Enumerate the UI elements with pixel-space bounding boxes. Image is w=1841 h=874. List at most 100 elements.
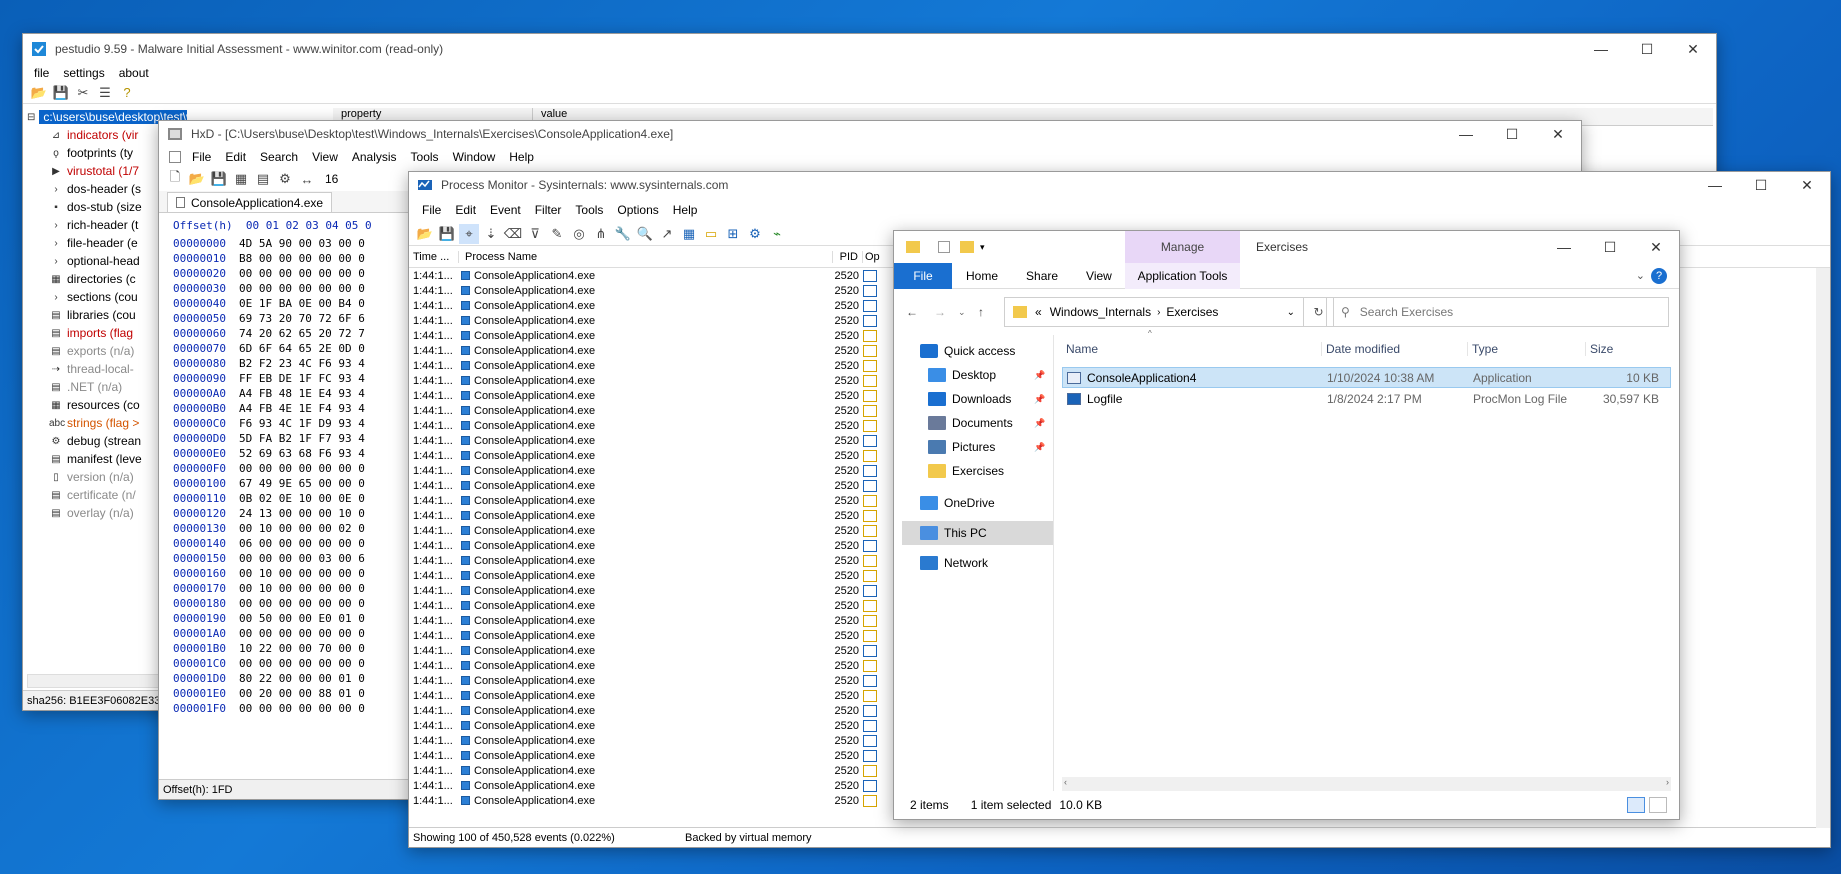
pin-icon[interactable]: 📌 — [1034, 370, 1045, 381]
hex-bytes[interactable]: 00 10 00 00 00 00 0 — [229, 567, 365, 582]
hex-bytes[interactable]: 00 00 00 00 00 00 0 — [229, 267, 365, 282]
file-row[interactable]: ConsoleApplication4 1/10/2024 10:38 AM App… — [1062, 367, 1671, 388]
hex-bytes[interactable]: B8 00 00 00 00 00 0 — [229, 252, 365, 267]
nav-item-onedrive[interactable]: OneDrive — [894, 491, 1053, 515]
menu-file[interactable]: File — [415, 203, 448, 217]
menu-about[interactable]: about — [112, 66, 156, 80]
nav-item-downloads[interactable]: Downloads 📌 — [894, 387, 1053, 411]
hex-bytes[interactable]: 00 00 00 00 00 00 0 — [229, 627, 365, 642]
open-icon[interactable]: 📂 — [187, 169, 207, 189]
tab-share[interactable]: Share — [1012, 269, 1072, 283]
hex-bytes[interactable]: F6 93 4C 1F D9 93 4 — [229, 417, 365, 432]
maximize-button[interactable]: ☐ — [1587, 231, 1633, 263]
maximize-button[interactable]: ☐ — [1624, 34, 1670, 64]
nav-item-exercises[interactable]: Exercises — [894, 459, 1053, 483]
forward-icon[interactable]: → — [934, 305, 946, 319]
tab-home[interactable]: Home — [952, 269, 1012, 283]
jump-icon[interactable]: ↗ — [657, 224, 677, 244]
col-type[interactable]: Type — [1468, 342, 1586, 356]
recent-dropdown-icon[interactable]: ⌄ — [958, 307, 966, 318]
menu-window[interactable]: Window — [446, 150, 503, 164]
hex-bytes[interactable]: 24 13 00 00 00 10 0 — [229, 507, 365, 522]
hex-bytes[interactable]: 6D 6F 64 65 2E 0D 0 — [229, 342, 365, 357]
pin-icon[interactable]: 📌 — [1034, 394, 1045, 405]
menu-help[interactable]: Help — [502, 150, 541, 164]
scroll-left-icon[interactable]: ‹ — [1064, 777, 1067, 791]
col-name[interactable]: Name — [1062, 342, 1322, 356]
nav-item-network[interactable]: Network — [894, 551, 1053, 575]
hex-bytes[interactable]: 00 00 00 00 00 00 0 — [229, 657, 365, 672]
hex-bytes[interactable]: 00 50 00 00 E0 01 0 — [229, 612, 365, 627]
nav-item-pictures[interactable]: Pictures 📌 — [894, 435, 1053, 459]
col-pid[interactable]: PID — [833, 250, 863, 263]
filter-icon[interactable]: ⊽ — [525, 224, 545, 244]
minimize-button[interactable]: — — [1692, 172, 1738, 198]
menu-tools[interactable]: Tools — [404, 150, 446, 164]
close-button[interactable]: ✕ — [1535, 121, 1581, 147]
col-size[interactable]: Size — [1586, 342, 1613, 356]
hex-bytes[interactable]: 74 20 62 65 20 72 7 — [229, 327, 365, 342]
hex-bytes[interactable]: 67 49 9E 65 00 00 0 — [229, 477, 365, 492]
details-view-icon[interactable] — [1627, 797, 1645, 813]
help-icon[interactable]: ? — [117, 83, 137, 103]
hex-bytes[interactable]: 80 22 00 00 00 01 0 — [229, 672, 365, 687]
hxd-tab[interactable]: ConsoleApplication4.exe — [167, 192, 333, 212]
hex-bytes[interactable]: 52 69 63 68 F6 93 4 — [229, 447, 365, 462]
properties-icon[interactable]: 🔧 — [613, 224, 633, 244]
tab-application-tools[interactable]: Application Tools — [1125, 262, 1240, 289]
up-icon[interactable]: ↑ — [978, 305, 984, 319]
menu-filter[interactable]: Filter — [528, 203, 569, 217]
network-icon[interactable]: ⊞ — [723, 224, 743, 244]
collapse-icon[interactable]: ⊟ — [27, 112, 35, 123]
hex-bytes[interactable]: 00 10 00 00 00 00 0 — [229, 582, 365, 597]
hex-bytes[interactable]: 0E 1F BA 0E 00 B4 0 — [229, 297, 365, 312]
path-overflow[interactable]: « — [1035, 305, 1042, 319]
scroll-right-icon[interactable]: › — [1666, 777, 1669, 791]
menu-view[interactable]: View — [305, 150, 345, 164]
hex-bytes[interactable]: A4 FB 4E 1E F4 93 4 — [229, 402, 365, 417]
maximize-button[interactable]: ☐ — [1489, 121, 1535, 147]
ram-icon[interactable]: ▤ — [253, 169, 273, 189]
process-tree-icon[interactable]: ⋔ — [591, 224, 611, 244]
hex-bytes[interactable]: FF EB DE 1F FC 93 4 — [229, 372, 365, 387]
save-icon[interactable]: 💾 — [209, 169, 229, 189]
vertical-scrollbar[interactable] — [1816, 268, 1830, 828]
columns-icon[interactable]: ↔ — [297, 169, 317, 189]
target-icon[interactable]: ◎ — [569, 224, 589, 244]
cut-icon[interactable]: ✂ — [73, 83, 93, 103]
hex-bytes[interactable]: 00 00 00 00 00 00 0 — [229, 462, 365, 477]
horizontal-scrollbar[interactable]: ‹ › — [1062, 777, 1671, 791]
profiling-icon[interactable]: ⌁ — [767, 224, 787, 244]
pin-icon[interactable]: 📌 — [1034, 442, 1045, 453]
ribbon-manage-tab[interactable]: Manage — [1125, 231, 1240, 263]
explorer-window[interactable]: ▾ Manage Exercises — ☐ ✕ File Home Share… — [893, 230, 1680, 820]
hex-bytes[interactable]: 00 00 00 00 03 00 6 — [229, 552, 365, 567]
hex-bytes[interactable]: 0B 02 0E 10 00 0E 0 — [229, 492, 365, 507]
menu-options[interactable]: Options — [610, 203, 665, 217]
col-time[interactable]: Time ... — [409, 250, 459, 263]
hex-bytes[interactable]: 5D FA B2 1F F7 93 4 — [229, 432, 365, 447]
autoscroll-icon[interactable]: ⇣ — [481, 224, 501, 244]
registry-icon[interactable]: ▦ — [679, 224, 699, 244]
pin-icon[interactable]: 📌 — [1034, 418, 1045, 429]
minimize-button[interactable]: — — [1578, 34, 1624, 64]
address-dropdown-icon[interactable]: ⌄ — [1287, 307, 1295, 318]
nav-item-desktop[interactable]: Desktop 📌 — [894, 363, 1053, 387]
process-icon[interactable]: ⚙ — [275, 169, 295, 189]
hex-bytes[interactable]: A4 FB 48 1E E4 93 4 — [229, 387, 365, 402]
hex-bytes[interactable]: 4D 5A 90 00 03 00 0 — [229, 237, 365, 252]
filesystem-icon[interactable]: ▭ — [701, 224, 721, 244]
path-segment-windows-internals[interactable]: Windows_Internals — [1050, 305, 1151, 319]
minimize-button[interactable]: — — [1443, 121, 1489, 147]
quick-access-dropdown-icon[interactable]: ▾ — [980, 242, 985, 253]
nav-item-quick-access[interactable]: Quick access — [894, 339, 1053, 363]
col-process-name[interactable]: Process Name — [459, 250, 833, 263]
close-button[interactable]: ✕ — [1633, 231, 1679, 263]
hex-bytes[interactable]: 00 20 00 00 88 01 0 — [229, 687, 365, 702]
col-date[interactable]: Date modified — [1322, 342, 1468, 356]
large-icons-view-icon[interactable] — [1649, 797, 1667, 813]
open-icon[interactable]: 📂 — [415, 224, 435, 244]
tab-file[interactable]: File — [894, 262, 952, 289]
disk-icon[interactable]: ▦ — [231, 169, 251, 189]
list-icon[interactable]: ☰ — [95, 83, 115, 103]
